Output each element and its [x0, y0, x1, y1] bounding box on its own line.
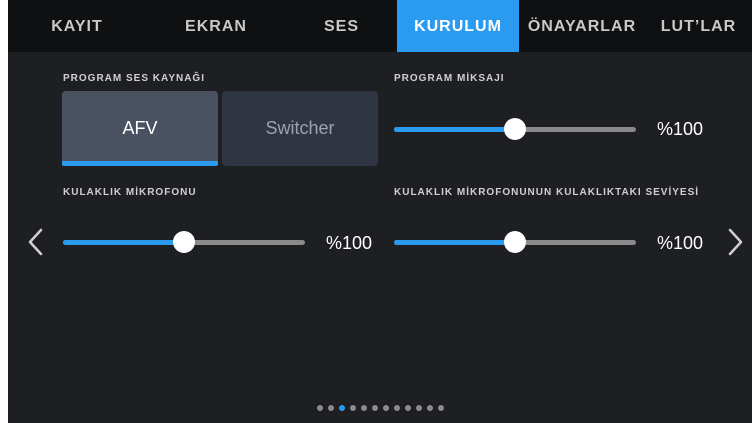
- headset-mic-in-headphones-value: %100: [657, 233, 704, 253]
- headset-mic-label: KULAKLIK MİKROFONU: [63, 187, 197, 198]
- program-mix-slider[interactable]: [394, 118, 636, 140]
- tab-onayarlar[interactable]: ÖNAYARLAR: [519, 0, 645, 52]
- page-dot[interactable]: [338, 405, 345, 411]
- headset-mic-slider[interactable]: [63, 231, 305, 253]
- page-dot[interactable]: [371, 405, 378, 411]
- page-dot[interactable]: [327, 405, 334, 411]
- page-dot[interactable]: [316, 405, 323, 411]
- tab-ses[interactable]: SES: [286, 0, 397, 52]
- page-dot[interactable]: [349, 405, 356, 411]
- slider-knob[interactable]: [504, 231, 526, 253]
- program-audio-source-label: PROGRAM SES KAYNAĞI: [63, 73, 205, 84]
- slider-knob[interactable]: [504, 118, 526, 140]
- headset-mic-value: %100: [326, 233, 373, 253]
- tab-bar: KAYIT EKRAN SES KURULUM ÖNAYARLAR LUT’LA…: [8, 0, 752, 52]
- slider-fill: [63, 240, 184, 245]
- settings-screen: KAYIT EKRAN SES KURULUM ÖNAYARLAR LUT’LA…: [8, 0, 752, 423]
- page-dot[interactable]: [437, 405, 444, 411]
- page-dot[interactable]: [360, 405, 367, 411]
- tab-kayit[interactable]: KAYIT: [8, 0, 146, 52]
- page-dot[interactable]: [393, 405, 400, 411]
- switcher-button[interactable]: Switcher: [222, 91, 378, 166]
- afv-button[interactable]: AFV: [62, 91, 218, 166]
- page-dot[interactable]: [426, 405, 433, 411]
- chevron-left-icon[interactable]: [26, 227, 46, 257]
- page-indicator: [8, 405, 752, 411]
- tab-kurulum[interactable]: KURULUM: [397, 0, 519, 52]
- headset-mic-in-headphones-label: KULAKLIK MİKROFONUNUN KULAKLIKTAKI SEVİY…: [394, 187, 700, 198]
- page-dot[interactable]: [404, 405, 411, 411]
- headset-mic-in-headphones-slider[interactable]: [394, 231, 636, 253]
- page-dot[interactable]: [382, 405, 389, 411]
- switcher-button-label: Switcher: [265, 118, 335, 138]
- tab-ekran[interactable]: EKRAN: [146, 0, 286, 52]
- chevron-right-icon[interactable]: [725, 227, 745, 257]
- afv-button-label: AFV: [122, 118, 158, 138]
- program-mix-value: %100: [657, 119, 704, 139]
- slider-fill: [394, 127, 515, 132]
- slider-fill: [394, 240, 515, 245]
- page-dot[interactable]: [415, 405, 422, 411]
- slider-knob[interactable]: [173, 231, 195, 253]
- tab-lutlar[interactable]: LUT’LAR: [645, 0, 752, 52]
- program-mix-label: PROGRAM MİKSAJI: [394, 73, 505, 84]
- selected-indicator: [62, 161, 218, 166]
